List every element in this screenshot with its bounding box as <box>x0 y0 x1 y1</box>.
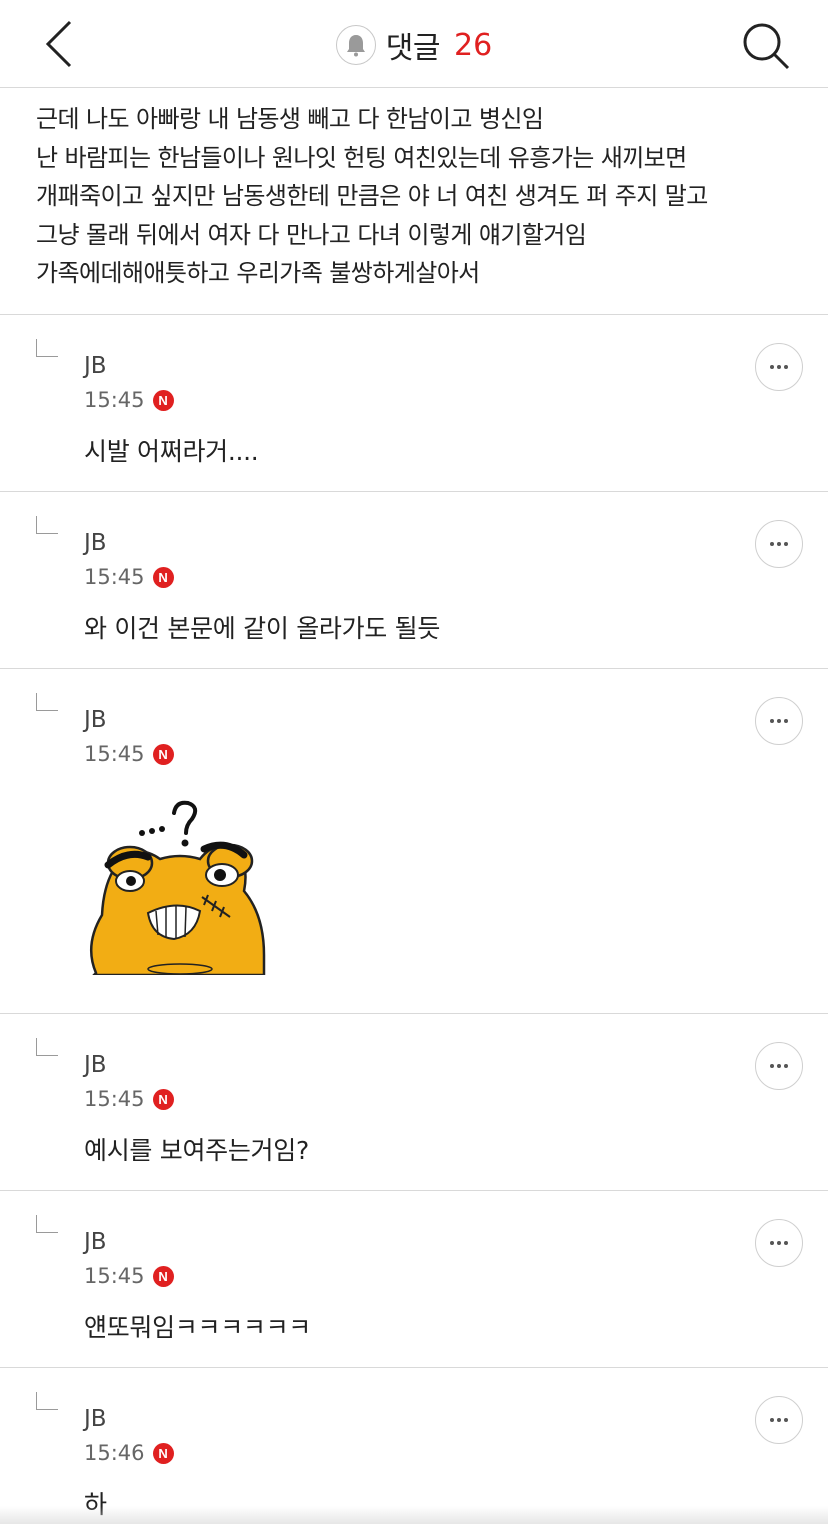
comment-author: JB <box>84 530 107 556</box>
bell-icon <box>346 35 365 57</box>
post-line: 난 바람피는 한남들이나 원나잇 헌팅 여친있는데 유흥가는 새끼보면 <box>36 143 687 172</box>
more-options-button[interactable] <box>755 343 803 391</box>
reply-indicator-icon <box>36 339 58 357</box>
comment-author: JB <box>84 353 107 379</box>
sticker-image <box>84 795 274 975</box>
more-horizontal-icon <box>770 1064 774 1068</box>
comment-author: JB <box>84 707 107 733</box>
comment-meta: 15:45 N <box>84 388 174 412</box>
comment-text: 시발 어쩌라거.... <box>84 437 259 466</box>
comment-time: 15:45 <box>84 565 145 589</box>
parent-comment-text: 근데 나도 아빠랑 내 남동생 빼고 다 한남이고 병신임 난 바람피는 한남들… <box>36 100 806 293</box>
page-title: 댓글 <box>385 31 441 66</box>
new-badge: N <box>152 1265 174 1287</box>
more-horizontal-icon <box>770 1241 774 1245</box>
reply-comment: JB 15:45 N 얜또뭐임ㅋㅋㅋㅋㅋㅋ <box>0 1191 828 1367</box>
comment-time: 15:45 <box>84 742 145 766</box>
comment-meta: 15:45 N <box>84 1264 174 1288</box>
title-group: 댓글 26 <box>0 24 828 66</box>
search-button[interactable] <box>740 20 792 72</box>
post-line: 개패죽이고 싶지만 남동생한테 만큼은 야 너 여친 생겨도 퍼 주지 말고 <box>36 182 708 210</box>
more-horizontal-icon <box>770 1418 774 1422</box>
more-options-button[interactable] <box>755 1219 803 1267</box>
new-badge: N <box>152 743 174 765</box>
reply-indicator-icon <box>36 516 58 534</box>
comment-meta: 15:45 N <box>84 742 174 766</box>
more-horizontal-icon <box>770 542 774 546</box>
post-line: 가족에데해애틋하고 우리가족 불쌍하게살아서 <box>36 259 480 287</box>
comment-author: JB <box>84 1406 107 1432</box>
comment-meta: 15:46 N <box>84 1441 174 1465</box>
new-badge: N <box>152 566 174 588</box>
comment-time: 15:46 <box>84 1441 145 1465</box>
comment-author: JB <box>84 1052 107 1078</box>
comment-author: JB <box>84 1229 107 1255</box>
more-options-button[interactable] <box>755 1042 803 1090</box>
search-icon <box>743 23 790 70</box>
more-horizontal-icon <box>770 365 774 369</box>
new-badge: N <box>152 1088 174 1110</box>
comment-text: 얜또뭐임ㅋㅋㅋㅋㅋㅋ <box>84 1313 312 1342</box>
more-options-button[interactable] <box>755 697 803 745</box>
reply-comment: JB 15:45 N 예시를 보여주는거임? <box>0 1014 828 1190</box>
top-bar: 댓글 26 <box>0 0 828 88</box>
new-badge: N <box>152 389 174 411</box>
new-badge: N <box>152 1442 174 1464</box>
bottom-shadow <box>0 1506 828 1524</box>
reply-indicator-icon <box>36 1392 58 1410</box>
comment-text: 예시를 보여주는거임? <box>84 1136 309 1165</box>
comment-time: 15:45 <box>84 1087 145 1111</box>
reply-indicator-icon <box>36 1215 58 1233</box>
more-options-button[interactable] <box>755 1396 803 1444</box>
comment-count: 26 <box>454 27 493 63</box>
reply-comment: JB 15:45 N 시발 어쩌라거.... <box>0 315 828 491</box>
more-options-button[interactable] <box>755 520 803 568</box>
comment-time: 15:45 <box>84 1264 145 1288</box>
notification-bell-button[interactable] <box>335 25 376 65</box>
post-line: 근데 나도 아빠랑 내 남동생 빼고 다 한남이고 병신임 <box>36 105 544 133</box>
reply-indicator-icon <box>36 1038 58 1056</box>
reply-comment: JB 15:46 N 하 <box>0 1368 828 1524</box>
reply-comment: JB 15:45 N 와 이건 본문에 같이 올라가도 될듯 <box>0 492 828 668</box>
comment-time: 15:45 <box>84 388 145 412</box>
comment-meta: 15:45 N <box>84 1087 174 1111</box>
post-line: 그냥 몰래 뒤에서 여자 다 만나고 다녀 이렇게 얘기할거임 <box>36 220 587 249</box>
reply-indicator-icon <box>36 693 58 711</box>
comment-meta: 15:45 N <box>84 565 174 589</box>
more-horizontal-icon <box>770 719 774 723</box>
comment-text: 와 이건 본문에 같이 올라가도 될듯 <box>84 614 441 643</box>
